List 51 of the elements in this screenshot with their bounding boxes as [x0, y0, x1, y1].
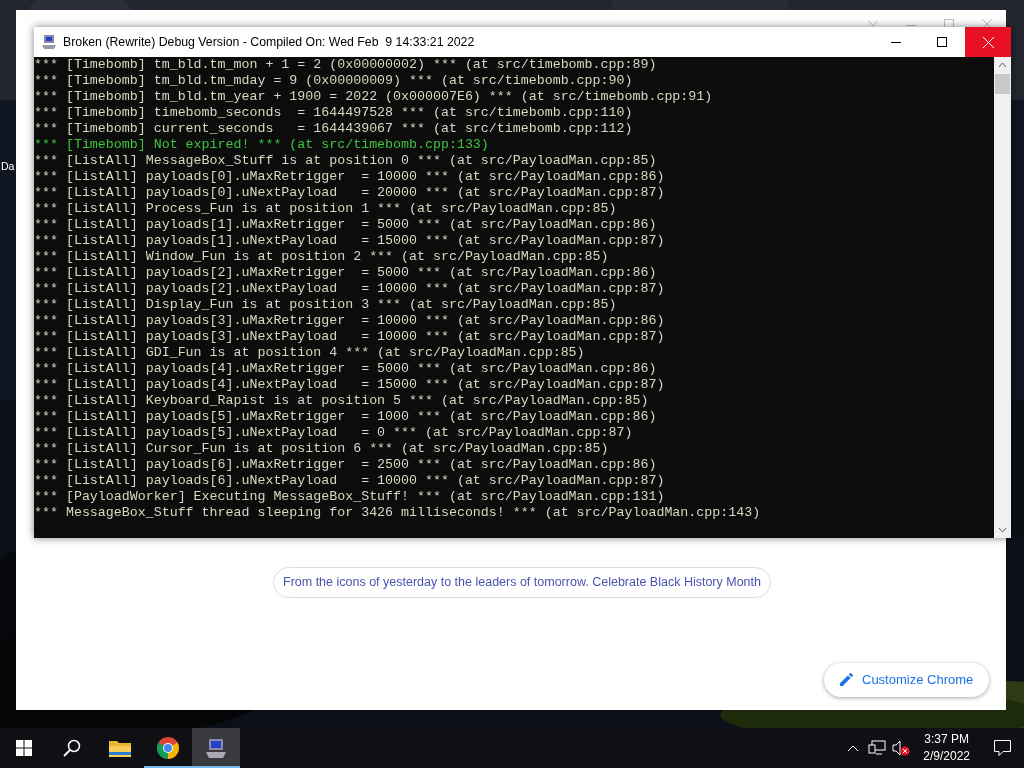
computer-icon [205, 737, 227, 759]
chrome-icon [157, 737, 179, 759]
console-line: *** [Timebomb] Not expired! *** (at src/timebomb.cpp:133) [34, 137, 489, 153]
scrollbar[interactable] [994, 57, 1011, 538]
console-line: *** [Timebomb] timebomb_seconds = 1644497528 *** (at src/timebomb.cpp:110) [34, 105, 633, 121]
console-line: *** [ListAll] payloads[5].uNextPayload = 0 *** (at src/PayloadMan.cpp:87) [34, 425, 633, 441]
taskbar-app-button[interactable] [192, 728, 240, 768]
console-line: *** [ListAll] payloads[4].uMaxRetrigger = 5000 *** (at src/PayloadMan.cpp:86) [34, 361, 657, 377]
console-line: *** [ListAll] Process_Fun is at position 1 *** (at src/PayloadMan.cpp:85) [34, 201, 617, 217]
console-line: *** MessageBox_Stuff thread sleeping for 3426 milliseconds! *** (at src/PayloadMan.cpp:143) [34, 505, 761, 521]
search-icon [63, 739, 81, 757]
minimize-icon [891, 41, 901, 43]
network-icon[interactable] [868, 740, 887, 756]
scroll-thumb[interactable] [995, 74, 1010, 94]
customize-chrome-button[interactable]: Customize Chrome [824, 663, 990, 697]
console-line: *** [Timebomb] tm_bld.tm_mon + 1 = 2 (0x00000002) *** (at src/timebomb.cpp:89) [34, 57, 657, 73]
desktop-icon-label[interactable]: Da [1, 159, 15, 175]
console-line: *** [ListAll] payloads[5].uMaxRetrigger = 1000 *** (at src/PayloadMan.cpp:86) [34, 409, 657, 425]
console-line: *** [ListAll] payloads[2].uNextPayload = 10000 *** (at src/PayloadMan.cpp:87) [34, 281, 665, 297]
console-line: *** [ListAll] Cursor_Fun is at position 6 *** (at src/PayloadMan.cpp:85) [34, 441, 609, 457]
close-icon [982, 36, 994, 48]
volume-muted-icon[interactable] [892, 740, 911, 756]
notification-icon[interactable] [993, 740, 1011, 756]
console-line: *** [ListAll] payloads[0].uNextPayload = 20000 *** (at src/PayloadMan.cpp:87) [34, 185, 665, 201]
folder-icon [109, 739, 131, 757]
console-line: *** [ListAll] payloads[4].uNextPayload = 15000 *** (at src/PayloadMan.cpp:87) [34, 377, 665, 393]
console-line: *** [ListAll] MessageBox_Stuff is at position 0 *** (at src/PayloadMan.cpp:85) [34, 153, 657, 169]
console-line: *** [ListAll] GDI_Fun is at position 4 *** (at src/PayloadMan.cpp:85) [34, 345, 585, 361]
close-icon[interactable] [982, 19, 992, 27]
console-line: *** [ListAll] payloads[3].uMaxRetrigger = 10000 *** (at src/PayloadMan.cpp:86) [34, 313, 665, 329]
computer-icon [41, 34, 57, 50]
console-line: *** [ListAll] payloads[6].uNextPayload = 10000 *** (at src/PayloadMan.cpp:87) [34, 473, 665, 489]
promo-link[interactable]: From the icons of yesterday to the leaders of tomorrow. Celebrate Black History Month [273, 567, 771, 598]
console-line: *** [ListAll] payloads[6].uMaxRetrigger = 2500 *** (at src/PayloadMan.cpp:86) [34, 457, 657, 473]
console-line: *** [ListAll] Keyboard_Rapist is at position 5 *** (at src/PayloadMan.cpp:85) [34, 393, 649, 409]
window-title: Broken (Rewrite) Debug Version - Compiled On: Wed Feb 9 14:33:21 2022 [63, 33, 476, 51]
console-line: *** [ListAll] Display_Fun is at position 3 *** (at src/PayloadMan.cpp:85) [34, 297, 617, 313]
windows-logo-icon [16, 740, 32, 756]
pencil-icon [840, 673, 853, 687]
console-line: *** [ListAll] payloads[1].uMaxRetrigger = 5000 *** (at src/PayloadMan.cpp:86) [34, 217, 657, 233]
console-line: *** [ListAll] Window_Fun is at position 2 *** (at src/PayloadMan.cpp:85) [34, 249, 609, 265]
console-line: *** [ListAll] payloads[2].uMaxRetrigger = 5000 *** (at src/PayloadMan.cpp:86) [34, 265, 657, 281]
console-line: *** [Timebomb] current_seconds = 1644439067 *** (at src/timebomb.cpp:112) [34, 121, 633, 137]
console-line: *** [ListAll] payloads[1].uNextPayload = 15000 *** (at src/PayloadMan.cpp:87) [34, 233, 665, 249]
console-line: *** [Timebomb] tm_bld.tm_year + 1900 = 2022 (0x000007E6) *** (at src/timebomb.cpp:91) [34, 89, 713, 105]
console-line: *** [ListAll] payloads[3].uNextPayload = 10000 *** (at src/PayloadMan.cpp:87) [34, 329, 665, 345]
console-line: *** [Timebomb] tm_bld.tm_mday = 9 (0x00000009) *** (at src/timebomb.cpp:90) [34, 73, 633, 89]
clock[interactable]: 3:37 PM 2/9/2022 [913, 731, 980, 765]
chevron-up-icon[interactable] [847, 744, 860, 752]
console-line: *** [PayloadWorker] Executing MessageBox_Stuff! *** (at src/PayloadMan.cpp:131) [34, 489, 665, 505]
console-line: *** [ListAll] payloads[0].uMaxRetrigger = 10000 *** (at src/PayloadMan.cpp:86) [34, 169, 665, 185]
